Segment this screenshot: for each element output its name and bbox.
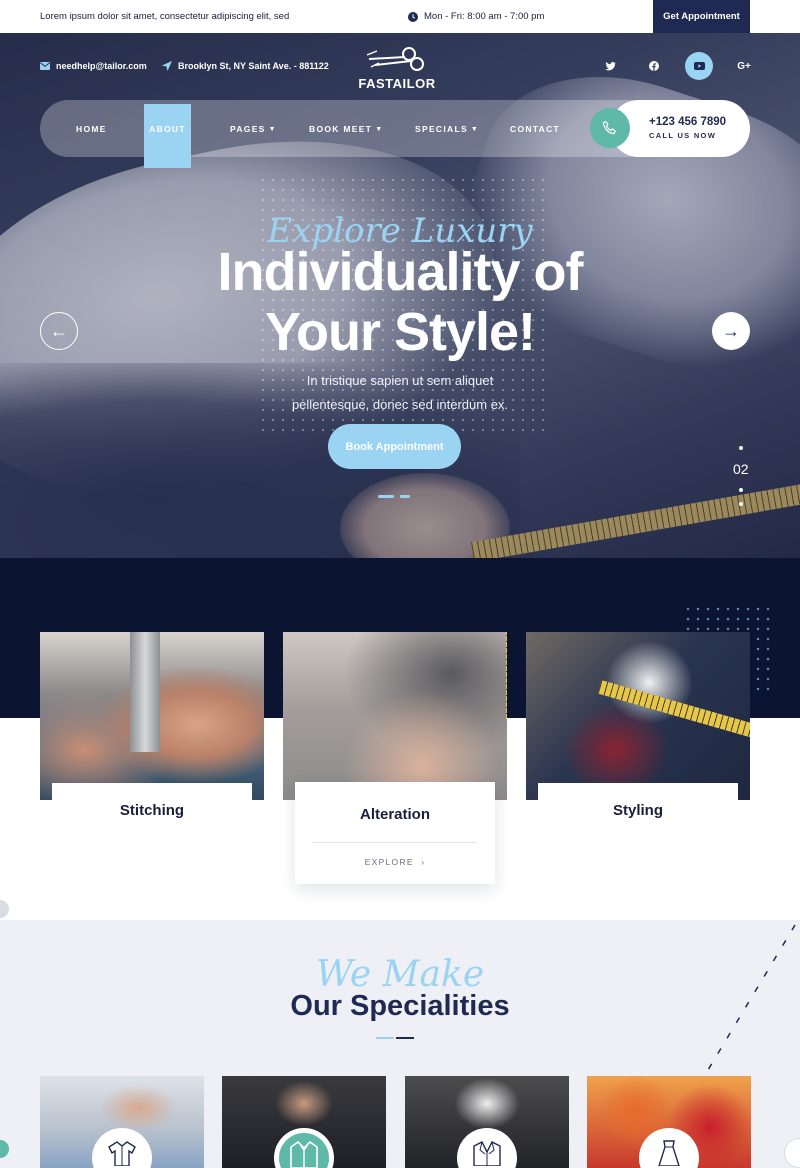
phone-icon: [602, 120, 617, 135]
location-arrow-icon: [162, 61, 172, 71]
nav-specials-label: SPECIALS: [415, 124, 468, 134]
shirt-icon-circle: [92, 1128, 152, 1168]
stitching-image[interactable]: [40, 632, 264, 800]
alteration-explore-link[interactable]: EXPLORE ›: [295, 857, 495, 867]
tuxedo-icon: [290, 1140, 318, 1168]
top-bar: Lorem ipsum dolor sit amet, consectetur …: [0, 0, 800, 33]
mail-icon: [40, 62, 50, 70]
clock-icon: [408, 11, 418, 22]
specialities-script-text: We Make: [315, 954, 485, 995]
caret-down-icon: ▼: [375, 125, 384, 133]
speciality-tile-shirts[interactable]: [40, 1076, 204, 1168]
shirt-icon: [108, 1141, 136, 1166]
explore-link-label: EXPLORE: [364, 857, 414, 867]
alteration-tape: [506, 632, 507, 719]
facebook-link[interactable]: [640, 52, 668, 80]
specialities-section: We Make Our Specialities: [0, 920, 800, 1168]
slider-pagination[interactable]: [400, 495, 410, 498]
slider-dot[interactable]: [739, 488, 743, 492]
speciality-tile-suits[interactable]: [405, 1076, 569, 1168]
speciality-tile-traditional[interactable]: [587, 1076, 751, 1168]
youtube-link[interactable]: [685, 52, 713, 80]
nav-home[interactable]: HOME: [76, 124, 107, 134]
nav-home-label: HOME: [76, 124, 107, 134]
alteration-title: Alteration: [359, 806, 430, 823]
email-text: needhelp@tailor.com: [56, 61, 147, 71]
get-appointment-button[interactable]: Get Appointment: [653, 0, 750, 33]
slider-prev-button[interactable]: ←: [40, 312, 78, 350]
nav-about-label: ABOUT: [149, 124, 186, 134]
twitter-icon: [604, 61, 616, 70]
nav-book-meet[interactable]: BOOK MEET ▼: [309, 124, 383, 134]
phone-icon-circle: [590, 108, 630, 148]
scissors-logo-icon: [366, 47, 424, 71]
book-appointment-button[interactable]: Book Appointment: [328, 424, 461, 469]
hero-slider: needhelp@tailor.com Brooklyn St, NY Sain…: [0, 33, 800, 558]
top-tagline: Lorem ipsum dolor sit amet, consectetur …: [40, 11, 290, 22]
slider-next-button[interactable]: →: [712, 312, 750, 350]
phone-label: CALL US NOW: [649, 131, 717, 140]
slider-dot[interactable]: [739, 502, 743, 506]
hero-headline-line-2: Your Style!: [264, 302, 536, 362]
address-text: Brooklyn St, NY Saint Ave. - 881122: [178, 61, 329, 71]
styling-card[interactable]: Styling: [538, 783, 738, 835]
specialities-title: Our Specialities: [290, 990, 510, 1022]
suit-jacket-icon-circle: [457, 1128, 517, 1168]
tuxedo-icon-circle: [274, 1128, 334, 1168]
hero-headline-line-1: Individuality of: [217, 242, 583, 302]
nav-book-meet-label: BOOK MEET: [309, 124, 373, 134]
slider-dot[interactable]: [739, 446, 743, 450]
caret-down-icon: ▼: [268, 125, 277, 133]
call-us-box[interactable]: +123 456 7890 CALL US NOW: [590, 100, 750, 157]
nav-pages[interactable]: PAGES ▼: [230, 124, 277, 134]
nav-about[interactable]: ABOUT: [144, 104, 191, 168]
header-address: Brooklyn St, NY Saint Ave. - 881122: [162, 61, 329, 71]
alteration-card[interactable]: Alteration EXPLORE ›: [295, 782, 495, 884]
google-plus-link[interactable]: G+: [730, 52, 758, 80]
facebook-icon: [649, 61, 659, 71]
dress-icon: [658, 1140, 680, 1166]
dress-icon-circle: [639, 1128, 699, 1168]
slide-number: 02: [733, 461, 749, 477]
youtube-icon: [693, 62, 705, 70]
nav-pages-label: PAGES: [230, 124, 266, 134]
business-hours: Mon - Fri: 8:00 am - 7:00 pm: [408, 11, 544, 22]
hero-lead-line-2: pellentesque, donec sed interdum ex.: [291, 397, 509, 412]
nav-contact[interactable]: CONTACT: [510, 124, 560, 134]
main-navigation: HOME ABOUT PAGES ▼ BOOK MEET ▼ SPECIALS ▼ C…: [40, 100, 750, 168]
nav-contact-label: CONTACT: [510, 124, 561, 134]
slider-pagination-active[interactable]: [378, 495, 394, 498]
stitching-card[interactable]: Stitching: [52, 783, 252, 835]
hours-text: Mon - Fri: 8:00 am - 7:00 pm: [424, 11, 545, 22]
logo-text: FASTAILOR: [358, 76, 436, 91]
site-logo[interactable]: FASTAILOR: [352, 45, 442, 91]
styling-tape: [597, 680, 750, 746]
hero-lead-line-1: In tristique sapien ut sem aliquet: [306, 373, 494, 388]
alteration-image[interactable]: [283, 632, 507, 800]
phone-number[interactable]: +123 456 7890: [649, 116, 726, 128]
caret-down-icon: ▼: [470, 125, 480, 133]
speciality-tile-tuxedo[interactable]: [222, 1076, 386, 1168]
styling-image[interactable]: [526, 632, 750, 800]
twitter-link[interactable]: [596, 52, 624, 80]
styling-title: Styling: [612, 802, 663, 819]
arrow-right-icon: →: [722, 320, 740, 341]
nav-specials[interactable]: SPECIALS ▼: [415, 124, 479, 134]
sewing-machine-needle: [130, 632, 160, 752]
header-email[interactable]: needhelp@tailor.com: [40, 61, 147, 71]
stitching-title: Stitching: [119, 802, 185, 819]
arrow-left-icon: ←: [50, 320, 68, 341]
chevron-right-icon: ›: [417, 857, 426, 867]
google-plus-icon: G+: [737, 60, 751, 72]
suit-jacket-icon: [473, 1141, 501, 1166]
